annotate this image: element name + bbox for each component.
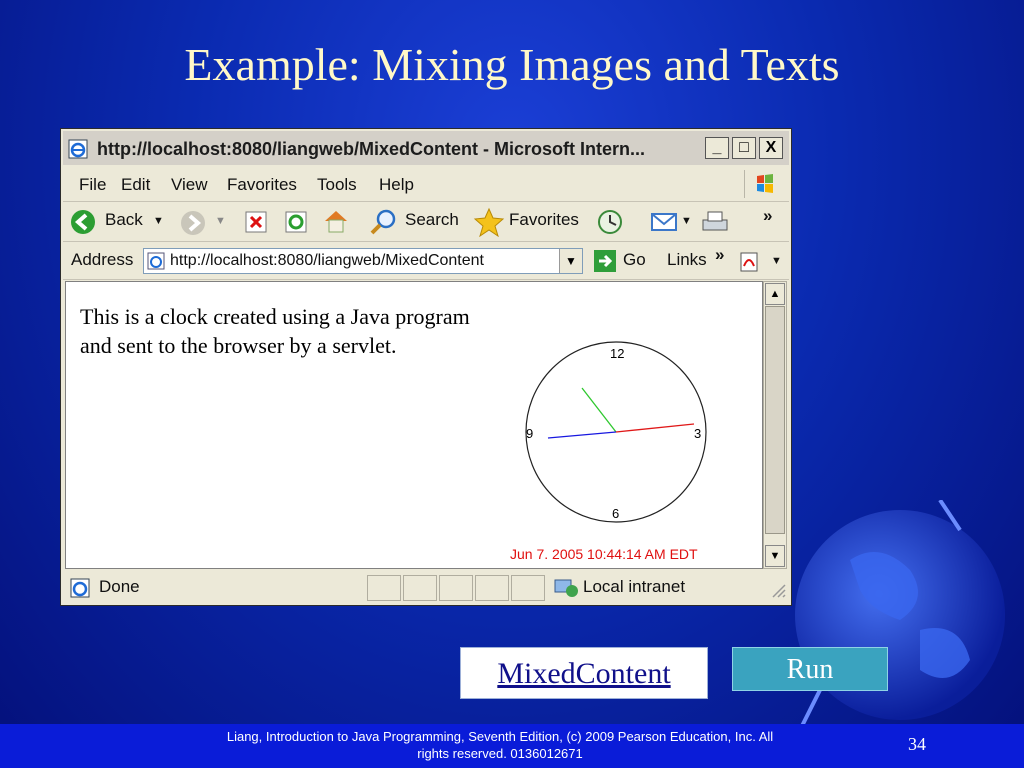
scroll-down-icon[interactable]: ▼ [765, 545, 785, 567]
acrobat-dropdown-icon[interactable]: ▼ [771, 255, 782, 267]
ie-page-icon [147, 252, 165, 270]
close-button[interactable]: X [759, 137, 783, 159]
mail-icon[interactable] [649, 209, 679, 235]
menu-edit[interactable]: Edit [121, 175, 150, 195]
vertical-scrollbar[interactable]: ▲ ▼ [763, 281, 787, 569]
status-pane [403, 575, 437, 601]
go-arrow-icon[interactable] [593, 249, 617, 273]
windows-logo-icon [744, 170, 773, 198]
address-bar: Address http://localhost:8080/liangweb/M… [63, 243, 789, 280]
stop-icon[interactable] [243, 209, 269, 235]
clock-number-3: 3 [694, 426, 701, 441]
title-bar: http://localhost:8080/liangweb/MixedCont… [63, 131, 789, 165]
menu-favorites[interactable]: Favorites [227, 175, 297, 195]
favorites-star-icon[interactable] [473, 207, 505, 237]
footer-credit-line2: rights reserved. 0136012671 [417, 746, 583, 761]
favorites-button-label[interactable]: Favorites [509, 210, 579, 230]
links-label[interactable]: Links [667, 250, 707, 270]
status-pane [475, 575, 509, 601]
status-pane [439, 575, 473, 601]
menu-bar: File Edit View Favorites Tools Help [63, 167, 789, 202]
page-number: 34 [908, 734, 926, 754]
security-zone-text: Local intranet [583, 577, 686, 596]
scroll-up-icon[interactable]: ▲ [765, 283, 785, 305]
clock-number-6: 6 [612, 506, 619, 521]
status-text: Done [99, 577, 140, 596]
history-icon[interactable] [595, 208, 625, 236]
address-dropdown-icon[interactable]: ▼ [559, 249, 582, 273]
page-viewport: This is a clock created using a Java pro… [65, 281, 763, 569]
menu-help[interactable]: Help [379, 175, 414, 195]
print-icon[interactable] [699, 208, 731, 236]
mixedcontent-link[interactable]: MixedContent [460, 647, 708, 699]
clock-image: 12 3 6 9 [525, 341, 707, 523]
ie-page-icon [68, 139, 88, 159]
acrobat-icon[interactable] [739, 251, 761, 273]
menu-tools[interactable]: Tools [317, 175, 357, 195]
back-dropdown-icon[interactable]: ▼ [153, 215, 164, 227]
toolbar-overflow-icon[interactable]: » [763, 206, 772, 226]
footer-credit-line1: Liang, Introduction to Java Programming,… [226, 729, 774, 744]
minimize-button[interactable]: _ [705, 137, 729, 159]
ie-page-icon [70, 578, 90, 598]
back-button-label[interactable]: Back [105, 210, 143, 230]
maximize-button[interactable]: □ [732, 137, 756, 159]
links-overflow-icon[interactable]: » [715, 245, 724, 265]
address-value: http://localhost:8080/liangweb/MixedCont… [170, 252, 484, 269]
go-button-label[interactable]: Go [623, 250, 646, 270]
status-pane [511, 575, 545, 601]
page-text: This is a clock created using a Java pro… [80, 304, 470, 358]
forward-arrow-icon[interactable] [179, 209, 207, 237]
resize-grip-icon[interactable] [769, 581, 787, 599]
run-button[interactable]: Run [732, 647, 888, 691]
scroll-thumb[interactable] [765, 306, 785, 534]
clock-number-9: 9 [526, 426, 533, 441]
address-input[interactable]: http://localhost:8080/liangweb/MixedCont… [143, 248, 583, 274]
search-icon[interactable] [369, 208, 399, 236]
footer-credit: Liang, Introduction to Java Programming,… [200, 728, 800, 762]
menu-file[interactable]: File [79, 175, 106, 195]
back-arrow-icon[interactable] [69, 208, 97, 236]
intranet-icon [554, 579, 578, 597]
slide-title: Example: Mixing Images and Texts [184, 39, 840, 90]
forward-dropdown-icon[interactable]: ▼ [215, 215, 226, 227]
globe-graphic [795, 500, 1005, 731]
clock-number-12: 12 [610, 346, 624, 361]
menu-view[interactable]: View [171, 175, 208, 195]
clock-date-text: Jun 7. 2005 10:44:14 AM EDT [510, 546, 698, 562]
search-button-label[interactable]: Search [405, 210, 459, 230]
refresh-icon[interactable] [283, 209, 309, 235]
standard-toolbar: Back ▼ ▼ Search Favorites ▼ » [63, 203, 789, 242]
status-bar: Done Local intranet [63, 571, 789, 603]
home-icon[interactable] [321, 207, 351, 235]
mail-dropdown-icon[interactable]: ▼ [681, 215, 692, 227]
window-title: http://localhost:8080/liangweb/MixedCont… [97, 139, 646, 159]
status-pane [367, 575, 401, 601]
footer-bar: Liang, Introduction to Java Programming,… [0, 724, 1024, 768]
browser-window: http://localhost:8080/liangweb/MixedCont… [60, 128, 792, 606]
address-label: Address [71, 250, 134, 269]
